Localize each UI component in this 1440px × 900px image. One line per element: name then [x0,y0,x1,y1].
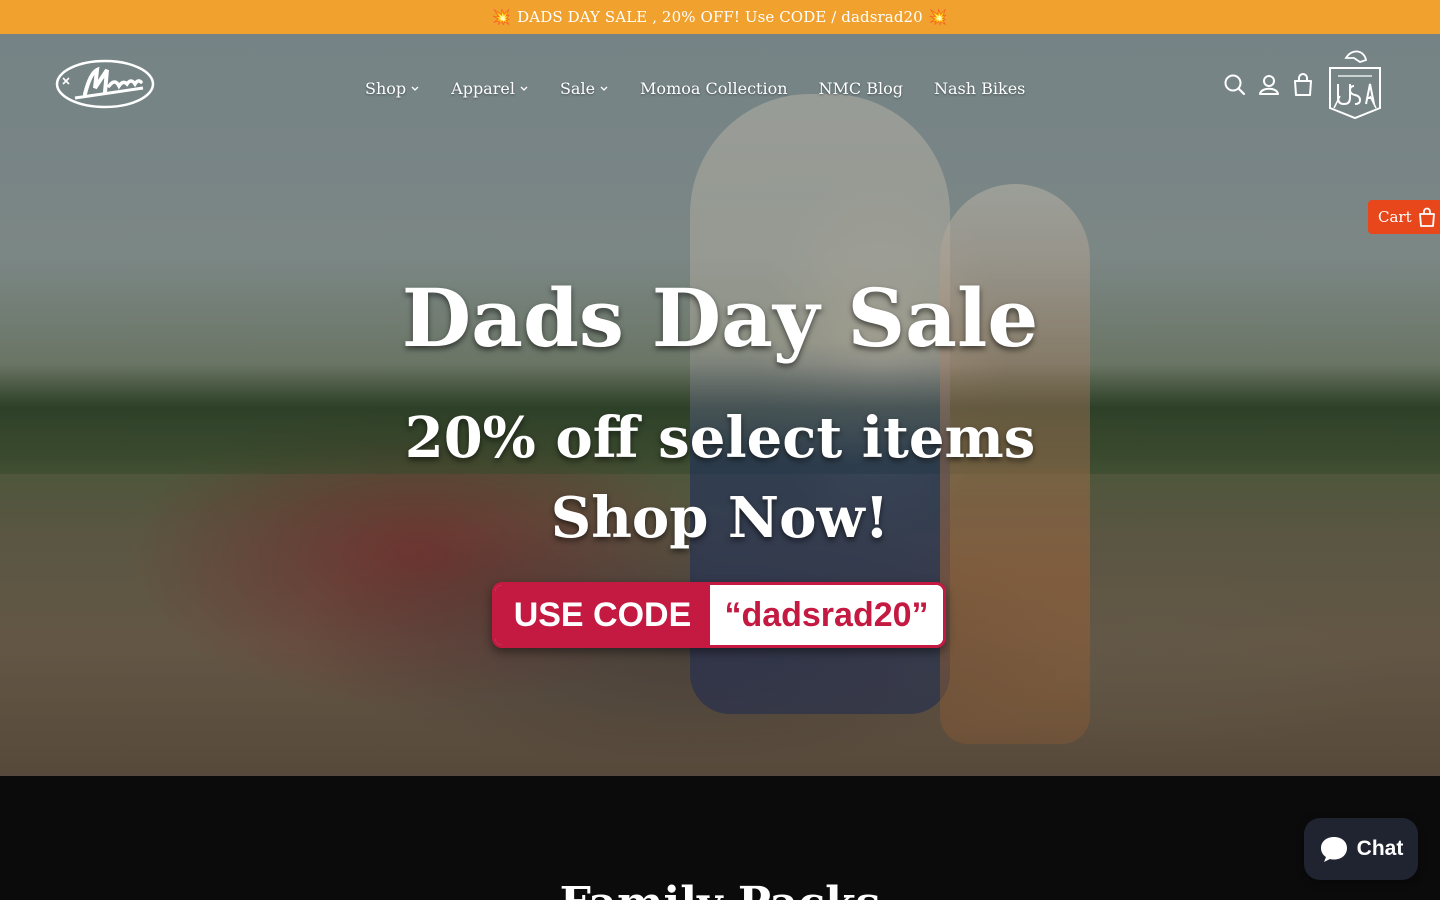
hero-subtitle-line2: Shop Now! [550,485,890,551]
shopping-bag-icon [1418,207,1435,227]
nav-item-shop[interactable]: Shop [365,79,420,98]
chat-bubble-icon [1320,837,1347,862]
chevron-down-icon [600,86,608,91]
main-nav: Shop Apparel Sale Momoa Collection NMC B… [365,74,1056,102]
hero-title: Dads Day Sale [401,271,1039,365]
header-icons [1222,72,1324,98]
account-icon[interactable] [1256,72,1282,98]
chevron-down-icon [520,86,528,91]
cart-tab-label: Cart [1378,208,1412,226]
nash-logo-icon[interactable] [55,58,155,110]
promo-code-value: “dadsrad20” [710,585,943,645]
hero-subtitle: 20% off select items Shop Now! [0,398,1440,558]
chevron-down-icon [411,86,419,91]
hero-banner[interactable]: Dads Day Sale 20% off select items Shop … [0,34,1440,776]
floating-cart-tab[interactable]: Cart [1368,200,1440,234]
hero-subtitle-line1: 20% off select items [404,405,1036,471]
chat-button[interactable]: Chat [1304,818,1418,880]
announcement-text: DADS DAY SALE , 20% OFF! Use CODE / dads… [517,8,923,26]
nav-item-momoa-collection[interactable]: Momoa Collection [640,79,787,98]
promo-code-badge: USE CODE “dadsrad20” [492,582,946,648]
nav-label: Nash Bikes [933,78,1026,98]
nav-item-nmc-blog[interactable]: NMC Blog [819,79,903,98]
nav-label: NMC Blog [818,78,903,98]
nav-label: Shop [365,78,407,98]
site-header: Shop Apparel Sale Momoa Collection NMC B… [0,34,1440,144]
nav-item-apparel[interactable]: Apparel [451,79,529,98]
nav-label: Momoa Collection [640,78,788,98]
explosion-emoji-left: 💥 [492,8,512,26]
search-icon[interactable] [1222,72,1248,98]
family-packs-section: Family Packs [0,776,1440,900]
section-heading: Family Packs [0,878,1440,900]
chat-label: Chat [1356,837,1404,860]
explosion-emoji-right: 💥 [928,8,948,26]
made-in-usa-badge-icon [1324,48,1386,120]
cart-bag-icon[interactable] [1290,72,1316,98]
nav-item-nash-bikes[interactable]: Nash Bikes [934,79,1025,98]
nav-label: Sale [559,78,596,98]
nav-item-sale[interactable]: Sale [560,79,609,98]
announcement-bar[interactable]: 💥 DADS DAY SALE , 20% OFF! Use CODE / da… [0,0,1440,34]
nav-label: Apparel [451,78,515,98]
promo-code-label: USE CODE [495,585,710,645]
